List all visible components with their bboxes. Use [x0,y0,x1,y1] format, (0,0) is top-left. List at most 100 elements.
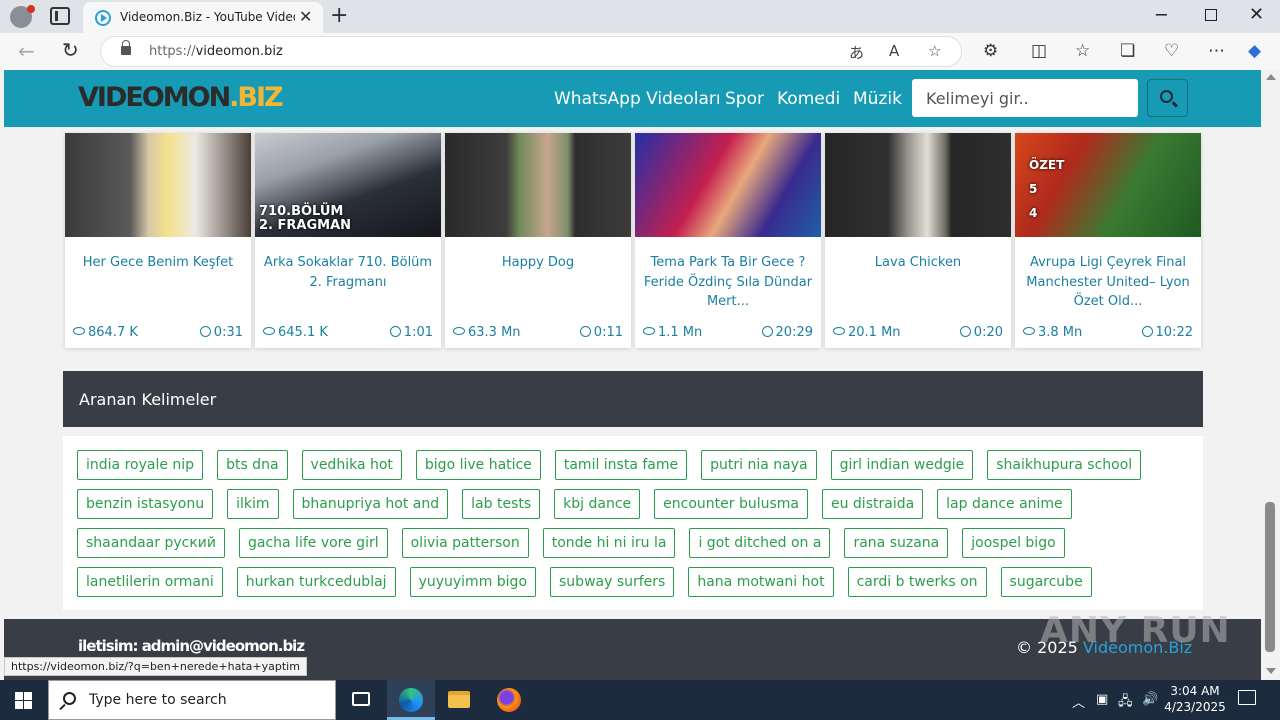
video-views: 3.8 Mn [1023,325,1082,340]
keyword-tag[interactable]: kbj dance [554,489,641,519]
notification-icon[interactable] [1238,690,1256,705]
minimize-icon[interactable]: ─ [1156,5,1167,26]
video-title[interactable]: Arka Sokaklar 710. Bölüm 2. Fragmanı [263,253,433,292]
keyword-tag[interactable]: eu distraida [821,489,924,519]
page-scrollbar[interactable] [1262,70,1280,680]
taskbar-clock[interactable]: 3:04 AM 4/23/2025 [1160,683,1230,715]
keyword-tag[interactable]: yuyuyimm bigo [409,567,537,597]
favorites-icon[interactable]: ☆ [1075,41,1090,61]
keyword-tag[interactable]: sugarcube [1000,567,1092,597]
keyword-tag[interactable]: subway surfers [550,567,675,597]
task-view-icon[interactable] [338,680,386,720]
keyword-tag[interactable]: encounter bulusma [654,489,808,519]
video-thumbnail[interactable] [825,133,1011,237]
keyword-tag[interactable]: gacha life vore girl [238,528,388,558]
keyword-tag[interactable]: girl indian wedgie [830,450,974,480]
taskbar-search-placeholder: Type here to search [89,692,227,708]
tab-close-icon[interactable]: ✕ [299,7,312,26]
keyword-tag[interactable]: cardi b twerks on [847,567,987,597]
video-title[interactable]: Happy Dog [453,253,623,273]
favorite-star-icon[interactable]: ☆ [928,42,941,60]
menu-muzik[interactable]: Müzik [853,89,902,109]
video-thumbnail[interactable] [635,133,821,237]
video-thumbnail[interactable]: ÖZET 5 4 [1015,133,1201,237]
taskbar-search-box[interactable]: Type here to search [48,680,336,720]
video-thumbnail[interactable]: 710.BÖLÜM 2. FRAGMAN [255,133,441,237]
keyword-tag[interactable]: tamil insta fame [554,450,688,480]
copilot-icon[interactable]: ◆ [1248,41,1261,61]
firefox-icon[interactable] [485,680,533,720]
address-bar[interactable]: https://videomon.biz あ A ☆ [100,36,962,67]
keyword-tag[interactable]: olivia patterson [401,528,529,558]
windows-start-icon[interactable] [15,692,32,709]
video-card[interactable]: ÖZET 5 4 Avrupa Ligi Çeyrek Final Manchest… [1015,133,1201,348]
menu-spor[interactable]: Spor [725,89,764,109]
keyword-tag[interactable]: tonde hi ni iru la [542,528,676,558]
video-title[interactable]: Tema Park Ta Bir Gece ? Feride Özdinç Sı… [643,253,813,312]
video-card[interactable]: Her Gece Benim Keşfet 864.7 K 0:31 [65,133,251,348]
menu-komedi[interactable]: Komedi [777,89,840,109]
scroll-down-arrow-icon[interactable] [1266,668,1276,674]
keyword-tag[interactable]: hana motwani hot [688,567,834,597]
split-screen-icon[interactable]: ◫ [1031,41,1047,61]
network-icon[interactable]: 🖧 [1118,692,1133,714]
video-title[interactable]: Avrupa Ligi Çeyrek Final Manchester Unit… [1023,253,1193,312]
keyword-tag[interactable]: bhanupriya hot and [292,489,449,519]
video-card[interactable]: Happy Dog 63.3 Mn 0:11 [445,133,631,348]
video-title[interactable]: Her Gece Benim Keşfet [73,253,243,273]
video-title[interactable]: Lava Chicken [833,253,1003,273]
status-bar-url: https://videomon.biz/?q=ben+nerede+hata+… [4,657,307,676]
keyword-tag[interactable]: lap dance anime [937,489,1072,519]
search-button[interactable] [1147,79,1188,117]
keyword-tag[interactable]: ilkim [227,489,279,519]
new-tab-button[interactable]: + [330,3,348,28]
browser-tab-active[interactable]: Videomon.Biz - YouTube Video D ✕ [83,2,323,33]
keyword-tag[interactable]: india royale nip [77,450,204,480]
scroll-up-arrow-icon[interactable] [1266,74,1276,80]
scroll-thumb[interactable] [1265,502,1275,652]
keyword-tag[interactable]: lab tests [462,489,541,519]
keyword-tag[interactable]: vedhika hot [301,450,402,480]
search-input[interactable] [912,79,1138,117]
contact-email[interactable]: iletisim: admin@videomon.biz [78,637,305,655]
back-arrow-icon[interactable]: ← [18,39,35,63]
keyword-tag[interactable]: putri nia naya [701,450,817,480]
collections-icon[interactable]: ❏ [1120,41,1135,61]
close-window-icon[interactable]: ✕ [1249,4,1264,25]
lock-icon[interactable] [121,40,131,55]
translate-icon[interactable]: あ [849,42,864,63]
keyword-tag[interactable]: bigo live hatice [415,450,541,480]
tray-app-icon[interactable]: ▣ [1096,692,1108,707]
tab-actions-icon[interactable] [50,7,70,25]
performance-icon[interactable]: ♡ [1164,41,1179,61]
keyword-tag[interactable]: joospel bigo [962,528,1065,558]
menu-whatsapp-videolari[interactable]: WhatsApp Videoları [554,89,721,109]
keyword-tag[interactable]: hurkan turkcedublaj [236,567,396,597]
profile-avatar-icon[interactable] [10,5,35,28]
url-text[interactable]: https://videomon.biz [149,44,283,59]
video-duration: 0:31 [199,325,243,340]
maximize-icon[interactable] [1205,9,1217,21]
video-thumbnail[interactable] [445,133,631,237]
read-aloud-icon[interactable]: A [889,42,899,60]
file-explorer-icon[interactable] [435,680,483,720]
keyword-tag[interactable]: shaikhupura school [987,450,1142,480]
extensions-icon[interactable]: ⚙ [983,41,998,61]
site-logo[interactable]: VIDEOMON.BIZ [78,82,284,113]
video-thumbnail[interactable] [65,133,251,237]
keyword-tag[interactable]: bts dna [217,450,288,480]
video-card[interactable]: Lava Chicken 20.1 Mn 0:20 [825,133,1011,348]
keyword-tag[interactable]: rana suzana [844,528,949,558]
keyword-tag[interactable]: shaandaar руский [77,528,225,558]
volume-icon[interactable]: 🔊 [1142,692,1158,707]
keyword-tag[interactable]: lanetlilerin ormani [77,567,223,597]
edge-taskbar-icon[interactable] [387,680,435,720]
reload-icon[interactable]: ↻ [62,38,79,62]
more-menu-icon[interactable]: ⋯ [1208,41,1225,61]
video-card[interactable]: Tema Park Ta Bir Gece ? Feride Özdinç Sı… [635,133,821,348]
video-card[interactable]: 710.BÖLÜM 2. FRAGMAN Arka Sokaklar 710. B… [255,133,441,348]
keyword-tag[interactable]: i got ditched on a [689,528,831,558]
keywords-header: Aranan Kelimeler [63,371,1203,427]
tray-chevron-up-icon[interactable]: ︿ [1072,692,1085,711]
keyword-tag[interactable]: benzin istasyonu [77,489,214,519]
